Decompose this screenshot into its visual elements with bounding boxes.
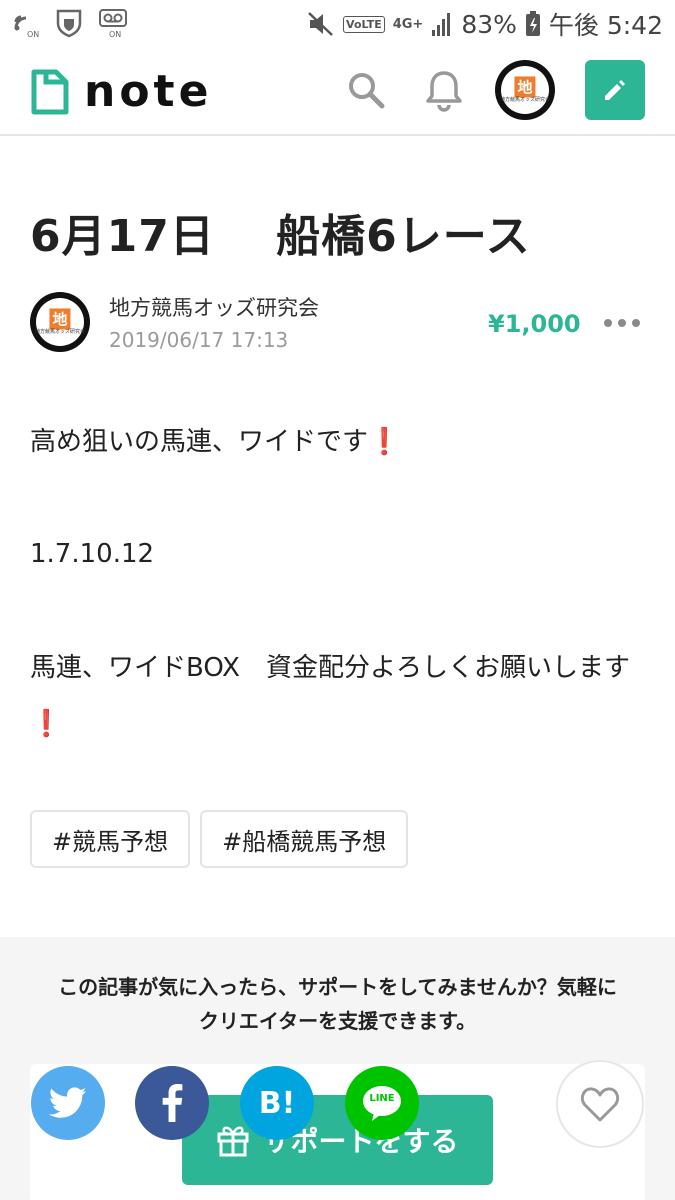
article-title: 6月17日 船橋6レース <box>30 211 531 262</box>
body-paragraph: 馬連、ワイドBOX 資金配分よろしくお願いします ❗ <box>30 640 645 752</box>
line-label: LINE <box>369 1093 395 1104</box>
paragraph-text: 馬連、ワイドBOX 資金配分よろしくお願いします <box>30 653 630 683</box>
avatar-mark: 地 <box>514 76 536 98</box>
battery-percent: 83% <box>461 9 517 39</box>
share-twitter-button[interactable] <box>31 1066 105 1140</box>
notifications-button[interactable] <box>424 68 464 112</box>
support-message-line1: この記事が気に入ったら、サポートをしてみませんか？気軽に <box>58 975 617 999</box>
share-line-button[interactable]: LINE <box>345 1066 419 1140</box>
body-paragraph: 高め狙いの馬連、ワイドです❗ <box>30 414 645 470</box>
article-price: ¥1,000 <box>488 310 581 338</box>
more-dot <box>632 319 640 327</box>
note-logo-icon <box>31 69 69 114</box>
pencil-icon <box>605 80 625 100</box>
body-paragraph: 1.7.10.12 <box>30 539 155 569</box>
status-left-icons: ON ON <box>10 8 128 38</box>
share-facebook-button[interactable] <box>135 1066 209 1140</box>
bell-icon <box>426 71 462 112</box>
avatar-background: 地 地方競馬オッズ研究会 <box>499 66 551 114</box>
avatar-caption: 地方競馬オッズ研究会 <box>34 329 86 336</box>
author-row: 地 地方競馬オッズ研究会 地方競馬オッズ研究会 2019/06/17 17:13… <box>30 290 645 360</box>
post-date: 2019/06/17 17:13 <box>109 328 289 352</box>
tag-funabashi-keiba-yosou[interactable]: #船橋競馬予想 <box>200 810 409 868</box>
write-post-button[interactable] <box>585 60 645 120</box>
svg-text:ON: ON <box>27 30 39 38</box>
search-button[interactable] <box>346 68 386 112</box>
clock: 午後 5:42 <box>548 11 663 40</box>
author-avatar[interactable]: 地 地方競馬オッズ研究会 <box>30 292 90 352</box>
author-name[interactable]: 地方競馬オッズ研究会 <box>109 292 319 322</box>
support-message: この記事が気に入ったら、サポートをしてみませんか？気軽に クリエイターを支援でき… <box>0 970 675 1038</box>
exclamation-mark: ❗ <box>368 427 401 457</box>
facebook-icon <box>162 1084 183 1122</box>
avatar-mark: 地 <box>49 308 71 330</box>
heart-icon <box>580 1087 620 1122</box>
mute-icon <box>308 12 333 36</box>
gift-icon <box>217 1126 249 1157</box>
voicemail-icon: ON <box>99 9 127 38</box>
network-type: 4G+ <box>392 16 424 32</box>
svg-text:ON: ON <box>109 30 121 38</box>
support-message-line2: クリエイターを支援できます。 <box>198 1009 477 1033</box>
paragraph-text: 高め狙いの馬連、ワイドです <box>30 427 369 457</box>
twitter-bird-icon <box>49 1087 87 1118</box>
search-icon <box>349 73 385 109</box>
like-button[interactable] <box>556 1060 644 1148</box>
status-bar: ON ON VoLTE 4G+ 83% 午後 5:42 <box>0 0 675 46</box>
note-logo[interactable]: note <box>30 66 212 117</box>
share-hatena-button[interactable]: B! <box>240 1066 314 1140</box>
shield-icon <box>56 9 82 38</box>
battery-icon <box>525 11 540 36</box>
more-dot <box>618 319 626 327</box>
tag-list: #競馬予想 #船橋競馬予想 <box>30 810 409 868</box>
more-dot <box>604 319 612 327</box>
avatar-caption: 地方競馬オッズ研究会 <box>499 97 551 104</box>
user-avatar[interactable]: 地 地方競馬オッズ研究会 <box>495 60 555 120</box>
signal-icon <box>432 13 451 36</box>
hatena-bookmark-icon: B! <box>258 1085 296 1121</box>
volte-badge: VoLTE <box>343 15 385 33</box>
tag-keiba-yosou[interactable]: #競馬予想 <box>30 810 191 868</box>
status-right: VoLTE 4G+ 83% 午後 5:42 <box>307 6 663 42</box>
app-header: note 地 地方競馬オッズ研究会 <box>0 46 675 136</box>
exclamation-mark: ❗ <box>30 709 63 739</box>
logo-text: note <box>84 66 213 117</box>
avatar-background: 地 地方競馬オッズ研究会 <box>34 298 86 346</box>
more-options-button[interactable] <box>604 308 640 338</box>
wifi-calling-icon: ON <box>14 15 39 38</box>
support-button[interactable]: サポートをする <box>182 1095 493 1185</box>
